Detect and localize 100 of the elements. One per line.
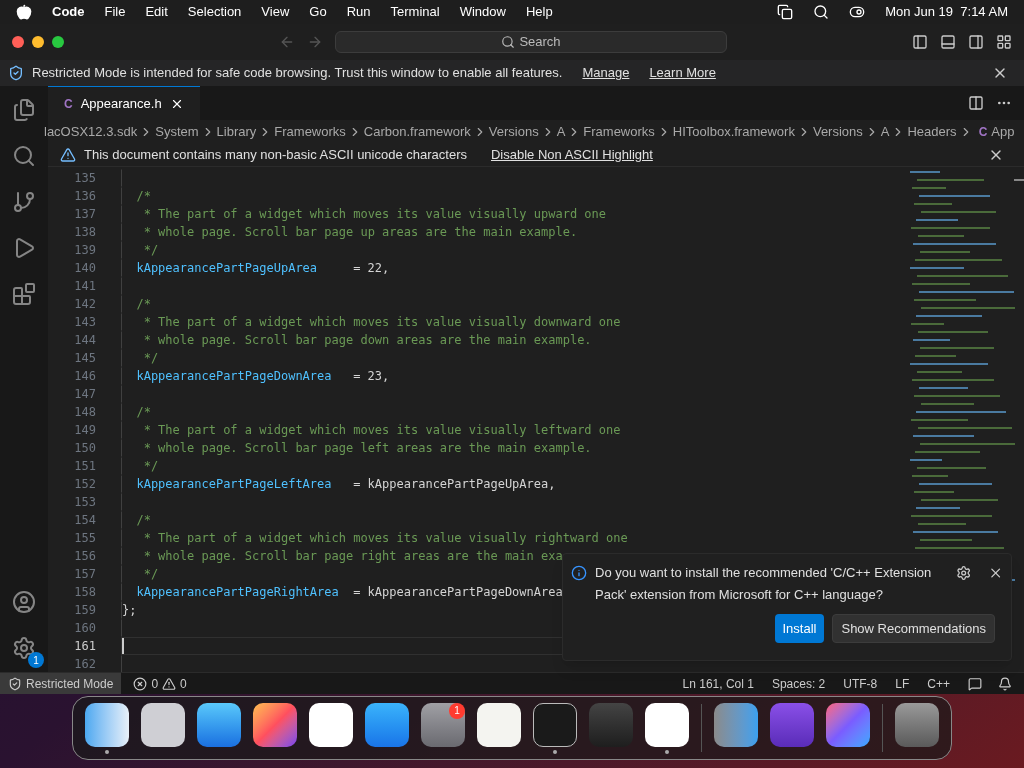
line-number: 140: [73, 260, 96, 277]
status-item[interactable]: LF: [895, 674, 910, 693]
breadcrumb-item[interactable]: Versions: [488, 122, 539, 142]
error-count[interactable]: 0: [151, 674, 159, 693]
app-icon[interactable]: [477, 702, 521, 747]
breadcrumb-item[interactable]: Headers: [907, 122, 957, 142]
breadcrumb-item[interactable]: HIToolbox.framework: [672, 122, 795, 142]
banner-link[interactable]: Manage: [582, 63, 630, 83]
line-number: 147: [73, 386, 96, 403]
breadcrumb-item[interactable]: App: [991, 122, 1015, 142]
menu-item[interactable]: Selection: [187, 2, 242, 22]
app-icon[interactable]: [645, 702, 689, 747]
breadcrumb-item[interactable]: Library: [216, 122, 257, 142]
source-control-icon[interactable]: [12, 190, 36, 214]
warning-count[interactable]: 0: [180, 674, 187, 693]
line-number: 142: [73, 296, 96, 313]
disable-highlight-link[interactable]: Disable Non ASCII Highlight: [491, 145, 653, 165]
breadcrumb-item[interactable]: Carbon.framework: [363, 122, 471, 142]
app-icon[interactable]: [714, 702, 758, 747]
scrollbar-thumb[interactable]: [1014, 179, 1024, 181]
shield-icon: [8, 676, 22, 691]
menu-item[interactable]: View: [261, 2, 290, 22]
warning-message: This document contains many non-basic ASCII unicode characters: [84, 146, 467, 165]
settings-icon[interactable]: [956, 565, 972, 581]
code-text: = 22,: [353, 260, 390, 277]
line-number: 154: [73, 512, 96, 529]
toggle-secondary-sidebar-icon[interactable]: [968, 34, 984, 50]
apple-logo-icon[interactable]: [16, 4, 32, 20]
c-file-icon: C: [978, 123, 988, 141]
feedback-icon[interactable]: [968, 676, 982, 691]
code-identifier: kAppearancePartPageDownArea: [136, 368, 333, 385]
status-item[interactable]: UTF-8: [843, 674, 878, 693]
menu-item[interactable]: File: [104, 2, 126, 22]
code-comment: * whole page. Scroll bar page down areas are the main example.: [142, 332, 592, 349]
breadcrumb-item[interactable]: System: [155, 122, 199, 142]
menu-item[interactable]: Window: [459, 2, 506, 22]
screen-mirroring-icon[interactable]: [777, 4, 794, 20]
editor-tab[interactable]: C Appearance.h: [48, 86, 200, 120]
menu-item[interactable]: Help: [525, 2, 553, 22]
control-center-icon[interactable]: [849, 4, 866, 20]
command-center-search-field[interactable]: Search: [335, 31, 727, 53]
code-comment: /*: [135, 296, 151, 313]
explorer-icon[interactable]: [12, 98, 36, 122]
code-comment: * The part of a widget which moves its value visually leftward one: [142, 422, 621, 439]
app-icon[interactable]: [365, 702, 409, 747]
app-menu[interactable]: Code: [52, 2, 85, 22]
code-comment: * whole page. Scroll bar page right areas are the main exa: [142, 548, 563, 565]
split-editor-icon[interactable]: [968, 95, 984, 111]
account-icon[interactable]: [12, 590, 36, 614]
code-comment: */: [142, 350, 159, 367]
app-icon[interactable]: [309, 702, 353, 747]
menu-item[interactable]: Go: [309, 2, 327, 22]
toggle-primary-sidebar-icon[interactable]: [912, 34, 928, 50]
app-icon[interactable]: [141, 702, 185, 747]
restricted-mode-status[interactable]: Restricted Mode: [0, 673, 122, 694]
close-window-button[interactable]: [12, 36, 24, 48]
customize-layout-icon[interactable]: [996, 34, 1012, 50]
settings-icon[interactable]: [12, 636, 36, 660]
breadcrumb-item[interactable]: Frameworks: [583, 122, 655, 142]
menu-item[interactable]: Run: [346, 2, 371, 22]
app-icon[interactable]: [85, 702, 129, 747]
app-icon[interactable]: [197, 702, 241, 747]
notifications-icon[interactable]: [998, 676, 1012, 691]
warning-icon: [162, 676, 177, 691]
app-icon[interactable]: [895, 702, 939, 747]
secondary-button[interactable]: Show Recommendations: [832, 614, 995, 643]
app-icon[interactable]: [253, 702, 297, 747]
breadcrumb-item[interactable]: Frameworks: [274, 122, 346, 142]
breadcrumb-item[interactable]: lacOSX12.3.sdk: [44, 122, 138, 142]
app-icon[interactable]: 1: [421, 702, 465, 747]
status-item[interactable]: Spaces: 2: [771, 674, 826, 693]
status-item[interactable]: C++: [927, 674, 950, 693]
code-identifier: kAppearancePartPageRightArea: [136, 584, 340, 601]
line-number: 139: [73, 242, 96, 259]
toggle-panel-icon[interactable]: [940, 34, 956, 50]
status-item[interactable]: Ln 161, Col 1: [682, 674, 754, 693]
code-text: = 23,: [353, 368, 390, 385]
minimize-window-button[interactable]: [32, 36, 44, 48]
breadcrumb-item[interactable]: A: [880, 122, 890, 142]
line-number: 146: [73, 368, 96, 385]
search-icon[interactable]: [813, 4, 830, 20]
code-comment: * The part of a widget which moves its value visually rightward one: [142, 530, 628, 547]
breadcrumb-item[interactable]: A: [556, 122, 566, 142]
banner-link[interactable]: Learn More: [649, 63, 716, 83]
breadcrumb-item[interactable]: Versions: [812, 122, 863, 142]
warning-icon: [60, 147, 76, 163]
extensions-icon[interactable]: [12, 282, 36, 306]
app-icon[interactable]: [826, 702, 870, 747]
line-number: 159: [73, 602, 96, 619]
app-icon[interactable]: [533, 702, 577, 747]
line-number: 152: [73, 476, 96, 493]
code-comment: * whole page. Scroll bar page up areas are the main example.: [142, 224, 578, 241]
menu-item[interactable]: Edit: [145, 2, 168, 22]
code-comment: /*: [135, 512, 151, 529]
notification-badge: 1: [449, 702, 465, 719]
menu-item[interactable]: Terminal: [390, 2, 440, 22]
maximize-window-button[interactable]: [52, 36, 64, 48]
line-number: 158: [73, 584, 96, 601]
install-button[interactable]: Install: [774, 614, 825, 643]
menu-bar-clock[interactable]: Mon Jun 19 7:14 AM: [885, 2, 1008, 22]
